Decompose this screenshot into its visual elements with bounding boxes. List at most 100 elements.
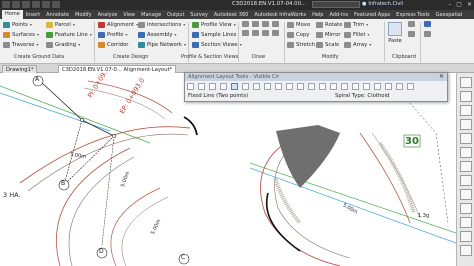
create-ground-data-label[interactable]: Create Ground Data — [14, 54, 64, 60]
layer-icon[interactable] — [424, 21, 431, 27]
undo-icon[interactable] — [363, 83, 370, 90]
modify-label[interactable]: Modify — [322, 54, 339, 60]
tab-modify[interactable]: Modify — [72, 12, 95, 18]
move-button[interactable]: Move — [287, 21, 315, 28]
search-input[interactable] — [312, 1, 360, 8]
tool-palette-button[interactable] — [460, 189, 472, 200]
tab-help[interactable]: Help — [309, 12, 326, 18]
tab-survey[interactable]: Survey — [187, 12, 210, 18]
alignment-grid-view-icon[interactable] — [352, 83, 359, 90]
paste-button[interactable]: Paste — [388, 22, 402, 44]
mirror-button[interactable]: Mirror — [316, 31, 342, 38]
view-cube-button[interactable] — [460, 77, 472, 88]
traverse-button[interactable]: Traverse ▾ — [3, 41, 39, 48]
free-curve-icon[interactable] — [264, 83, 271, 90]
pick-subentity-icon[interactable] — [330, 83, 337, 90]
insert-pi-icon[interactable] — [198, 83, 205, 90]
curve-tools-icon[interactable] — [242, 83, 249, 90]
points-button[interactable]: Points ▾ — [3, 21, 39, 28]
trim-button[interactable]: Trim ▾ — [344, 21, 371, 28]
help-icon[interactable] — [396, 83, 403, 90]
tab-autodesk-360[interactable]: Autodesk 360 — [211, 12, 252, 18]
help-button[interactable] — [460, 245, 472, 256]
array-button[interactable]: Array ▾ — [344, 41, 371, 48]
pan-button[interactable] — [460, 91, 472, 102]
feature-line-button[interactable]: Feature Line ▾ — [46, 31, 92, 38]
fillet-button[interactable]: Fillet ▾ — [344, 31, 371, 38]
navigation-button[interactable] — [460, 203, 472, 214]
profile-button[interactable]: Profile ▾ — [98, 31, 138, 38]
sample-lines-button[interactable]: Sample Lines — [192, 31, 242, 38]
corridor-button[interactable]: Corridor — [98, 41, 138, 48]
fixed-line-icon[interactable] — [231, 83, 238, 90]
app-menu-icon[interactable] — [2, 1, 10, 8]
tab-manage[interactable]: Manage — [138, 12, 164, 18]
pipe-network-button[interactable]: Pipe Network ▾ — [138, 41, 186, 48]
steering-wheel-button[interactable] — [460, 133, 472, 144]
tab-infraworks[interactable]: Autodesk InfraWorks — [251, 12, 309, 18]
tab-express-tools[interactable]: Express Tools — [393, 12, 432, 18]
profile-section-views-label[interactable]: Profile & Section Views — [181, 54, 238, 60]
delete-pi-icon[interactable] — [209, 83, 216, 90]
minimize-button[interactable]: – — [448, 1, 451, 8]
text-icon[interactable] — [262, 30, 269, 36]
doc-tab-drawing1[interactable]: Drawing1* — [2, 65, 38, 73]
arc-icon[interactable] — [272, 21, 279, 27]
copy-button[interactable]: Copy — [287, 31, 315, 38]
surfaces-button[interactable]: Surfaces ▾ — [3, 31, 39, 38]
copy-clip-icon[interactable] — [408, 31, 415, 37]
zoom-button[interactable] — [460, 105, 472, 116]
more-icon[interactable] — [407, 83, 414, 90]
doc-tab-alignment-layout[interactable]: C3D2018.EN.V1.07-0... Alignment-Layout* — [58, 65, 177, 73]
line-icon[interactable] — [242, 21, 249, 27]
properties-button[interactable] — [460, 175, 472, 186]
alignment-button[interactable]: Alignment▾ — [98, 21, 138, 28]
properties-icon[interactable] — [424, 31, 431, 37]
pi-tools-icon[interactable] — [187, 83, 194, 90]
profile-view-button[interactable]: Profile View ▾ — [192, 21, 242, 28]
layer-button[interactable] — [460, 161, 472, 172]
tab-output[interactable]: Output — [164, 12, 187, 18]
tab-view[interactable]: View — [120, 12, 138, 18]
circle-icon[interactable] — [262, 21, 269, 27]
rotate-button[interactable]: Rotate — [316, 21, 342, 28]
polyline-icon[interactable] — [252, 21, 259, 27]
tab-annotate[interactable]: Annotate — [43, 12, 72, 18]
alignment-tools-title[interactable]: Alignment Layout Tools - Visible Cir — [185, 73, 447, 81]
section-views-button[interactable]: Section Views ▾ — [192, 41, 242, 48]
delete-subentity-icon[interactable] — [308, 83, 315, 90]
user-signin[interactable]: ● Infratech.Civil — [362, 1, 403, 7]
convert-line-icon[interactable] — [286, 83, 293, 90]
assembly-button[interactable]: Assembly ▾ — [138, 31, 186, 38]
tab-geospatial[interactable]: Geospatial — [433, 12, 466, 18]
close-icon[interactable]: ✕ — [439, 73, 444, 81]
settings-button[interactable] — [460, 231, 472, 242]
spiral-icon[interactable] — [275, 83, 282, 90]
cut-icon[interactable] — [408, 21, 415, 27]
undo-icon[interactable] — [42, 1, 50, 8]
open-file-icon[interactable] — [22, 1, 30, 8]
parcel-button[interactable]: Parcel ▾ — [46, 21, 92, 28]
redo-icon[interactable] — [374, 83, 381, 90]
showmotion-button[interactable] — [460, 147, 472, 158]
maximize-button[interactable]: ▢ — [456, 1, 462, 8]
pi-point[interactable] — [80, 118, 84, 122]
tab-insert[interactable]: Insert — [23, 12, 43, 18]
rectangle-icon[interactable] — [242, 30, 249, 36]
save-icon[interactable] — [32, 1, 40, 8]
toolspace-button[interactable] — [460, 217, 472, 228]
ep-point[interactable] — [112, 134, 116, 138]
tab-analyze[interactable]: Analyze — [95, 12, 121, 18]
redo-icon[interactable] — [52, 1, 60, 8]
new-file-icon[interactable] — [12, 1, 20, 8]
edit-best-fit-icon[interactable] — [319, 83, 326, 90]
reverse-direction-icon[interactable] — [297, 83, 304, 90]
tab-add-ins[interactable]: Add-ins — [326, 12, 351, 18]
subentity-editor-icon[interactable] — [341, 83, 348, 90]
intersections-button[interactable]: Intersections ▾ — [138, 21, 186, 28]
hatch-icon[interactable] — [252, 30, 259, 36]
scale-button[interactable]: Scale — [316, 41, 342, 48]
tab-home[interactable]: Home — [2, 10, 23, 19]
float-curve-icon[interactable] — [253, 83, 260, 90]
break-apart-pi-icon[interactable] — [220, 83, 227, 90]
